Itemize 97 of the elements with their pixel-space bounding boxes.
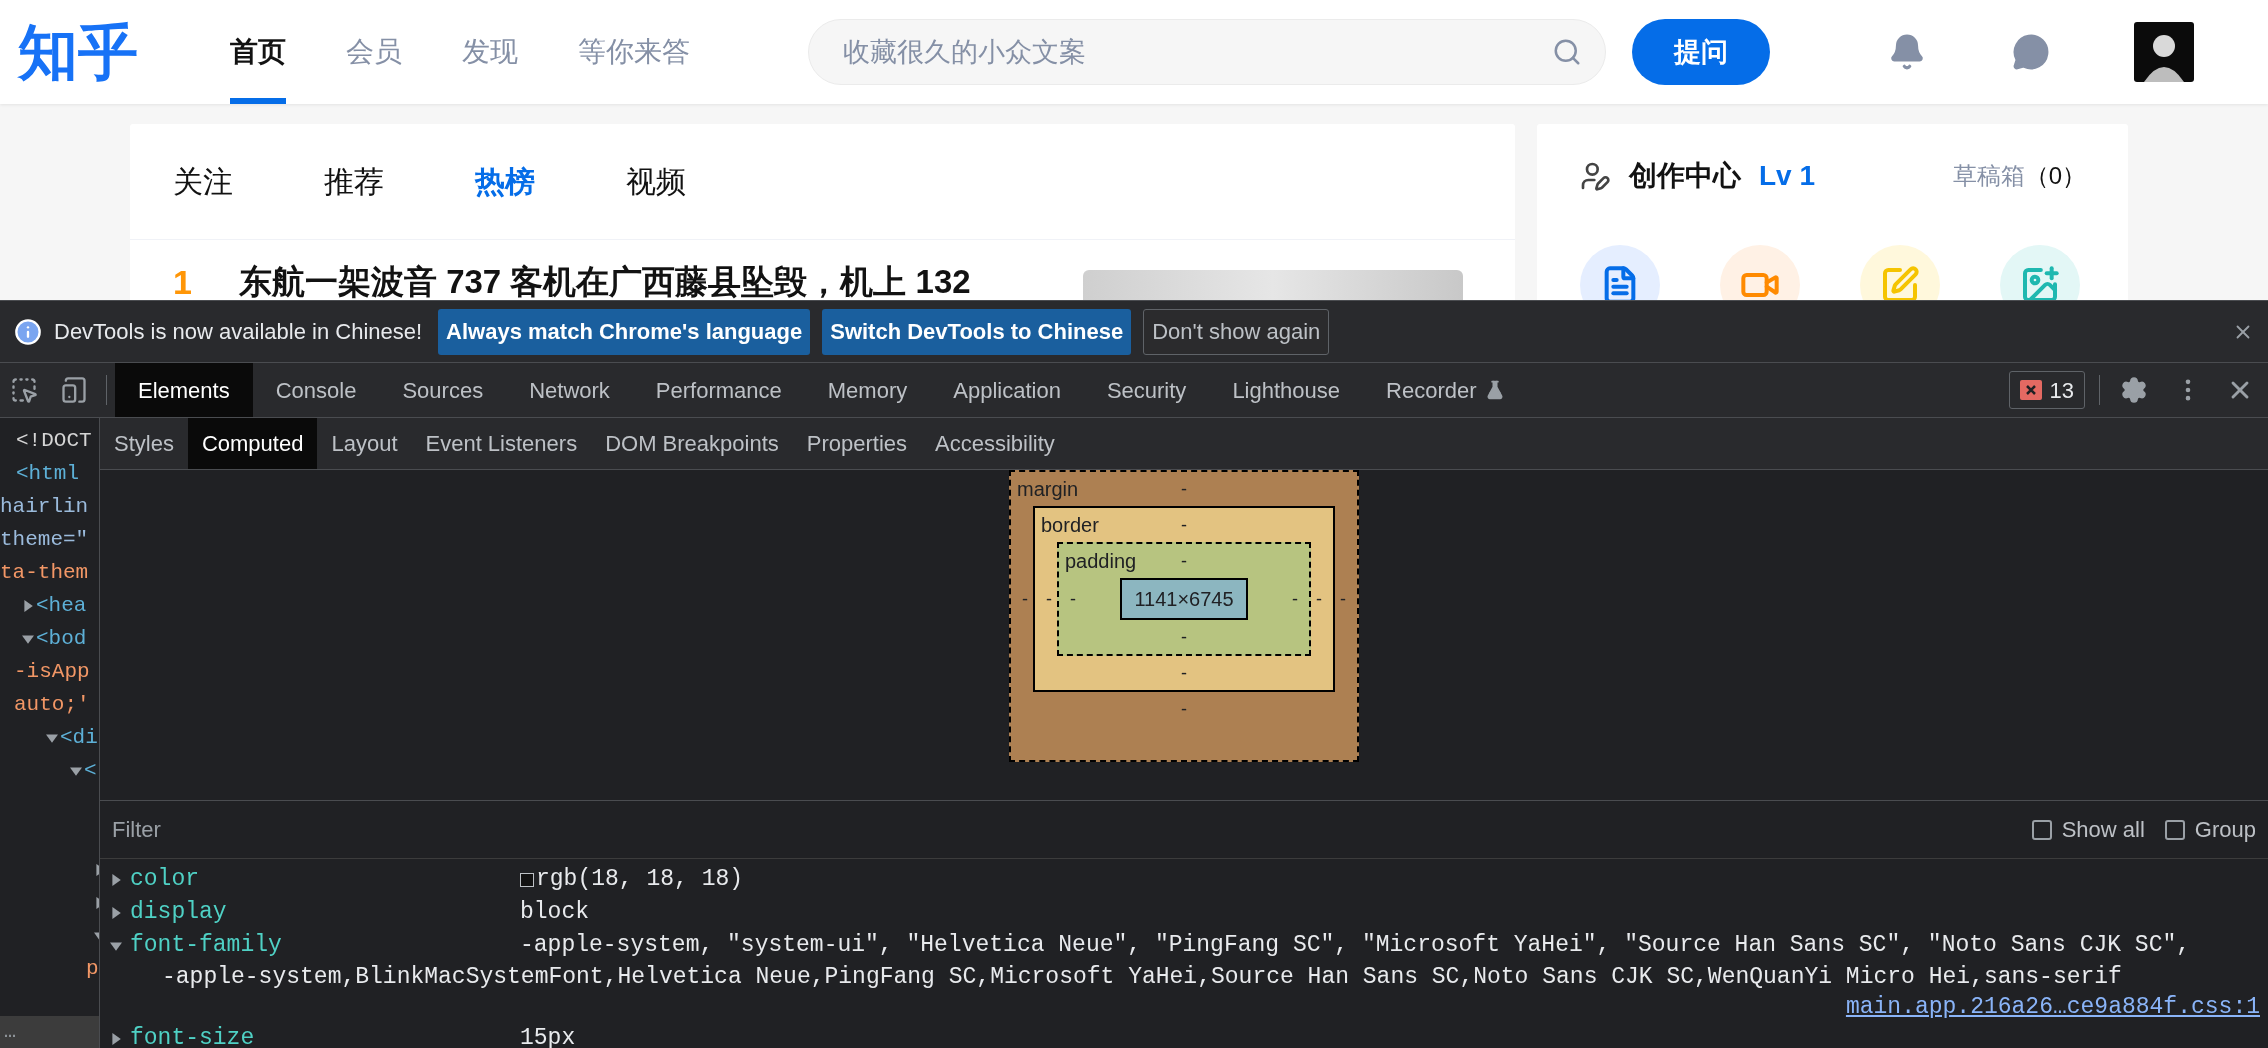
devtools-tab[interactable]: Application <box>930 363 1084 417</box>
layer-value: - <box>1181 477 1187 501</box>
expanded-arrow-icon[interactable] <box>22 632 34 645</box>
devtools-tab[interactable]: Console <box>252 363 380 417</box>
devtools-tab[interactable]: Memory <box>804 363 931 417</box>
error-icon <box>2019 380 2042 400</box>
attribute-text: hairlin <box>0 493 89 520</box>
feed-tab[interactable]: 热榜 <box>475 159 535 204</box>
layer-value: - <box>1069 587 1077 611</box>
tree-node-text[interactable]: < <box>84 754 97 787</box>
checkbox-label: Group <box>2194 816 2256 844</box>
search-icon[interactable] <box>1552 37 1582 67</box>
search-field[interactable]: 收藏很久的小众文案 <box>808 19 1606 85</box>
attribute-text: theme=" <box>0 526 89 553</box>
infobar-button[interactable]: Always match Chrome's language <box>438 308 811 355</box>
tree-node-text[interactable]: <bod <box>36 622 87 655</box>
subtab[interactable]: Accessibility <box>921 418 1069 469</box>
tree-node-text[interactable]: <!DOCT <box>16 424 92 457</box>
devtools-tab[interactable]: Sources <box>379 363 507 417</box>
trace-value: -apple-system,BlinkMacSystemFont,Helvetica Neue,PingFang SC,Microsoft YaHei,Source Han Sans SC,Noto Sans CJK SC,WenQuanYi Micro Hei,sans-serif <box>162 962 2123 992</box>
chat-bubble-icon[interactable] <box>2012 33 2050 71</box>
breadcrumb-text[interactable]: … <box>4 1017 16 1047</box>
collapsed-arrow-icon[interactable] <box>110 1032 122 1045</box>
layer-label: margin <box>1017 477 1080 502</box>
devtools-tab[interactable]: Recorder <box>1363 363 1528 417</box>
bell-icon[interactable] <box>1888 33 1926 71</box>
content-size: 1141×6745 <box>1120 578 1248 620</box>
subtab[interactable]: Layout <box>317 418 412 469</box>
site-logo[interactable]: 知乎 <box>18 22 158 82</box>
ask-button[interactable]: 提问 <box>1632 19 1770 85</box>
headline[interactable]: 东航一架波音 737 客机在广西藤县坠毁，机上 132 <box>239 262 1059 300</box>
infobar-message: DevTools is now available in Chinese! <box>54 318 423 346</box>
collapsed-arrow-icon[interactable] <box>110 906 122 919</box>
layer-value: - <box>1181 697 1187 721</box>
panel-title: 创作中心 <box>1629 159 1741 193</box>
source-link[interactable]: main.app.216a26…ce9a884f.css:1 <box>1845 992 2260 1022</box>
subtab[interactable]: Styles <box>100 418 188 469</box>
property-name: display <box>130 898 228 928</box>
tree-node-text[interactable]: <di <box>60 721 98 754</box>
filter-field[interactable]: Filter <box>112 813 2012 846</box>
checkbox[interactable] <box>2164 819 2185 840</box>
devtools-tab[interactable]: Performance <box>632 363 805 417</box>
collapsed-arrow-icon[interactable] <box>110 873 122 886</box>
layer-value: - <box>1339 587 1347 611</box>
expanded-arrow-icon[interactable] <box>46 731 58 744</box>
settings-icon[interactable] <box>2120 376 2148 404</box>
layer-value: - <box>1315 587 1323 611</box>
feed-tab[interactable]: 关注 <box>173 159 233 204</box>
layer-value: - <box>1181 625 1187 649</box>
attribute-text: auto;' <box>14 691 90 718</box>
drafts-count: （0） <box>2024 161 2086 191</box>
layer-value: - <box>1181 513 1187 537</box>
expanded-arrow-icon[interactable] <box>110 939 122 952</box>
device-toggle-icon[interactable] <box>60 376 88 404</box>
devtools-tab[interactable]: Lighthouse <box>1209 363 1364 417</box>
checkbox[interactable] <box>2031 819 2052 840</box>
property-name: font-family <box>130 931 283 961</box>
attribute-text: p <box>86 955 99 982</box>
attribute-text: -isApp <box>14 658 90 685</box>
attribute-text: ta-them <box>0 559 89 586</box>
devtools-tab[interactable]: Network <box>506 363 633 417</box>
property-value: -apple-system, "system-ui", "Helvetica Neue", "PingFang SC", "Microsoft YaHei", "Source Han Sans SC", "Noto Sans CJK SC", <box>520 931 2191 961</box>
devtools-tab[interactable]: Security <box>1083 363 1210 417</box>
tree-node-text[interactable]: <hea <box>36 589 87 622</box>
layer-label: border <box>1041 513 1100 538</box>
error-count: 13 <box>2049 376 2074 405</box>
info-icon <box>14 317 42 346</box>
property-value: block <box>520 898 589 928</box>
feed-tab[interactable]: 推荐 <box>324 159 384 204</box>
inspect-icon[interactable] <box>10 376 38 404</box>
collapsed-arrow-icon[interactable] <box>22 599 34 612</box>
subtab[interactable]: Event Listeners <box>411 418 592 469</box>
property-name: color <box>130 865 200 895</box>
infobar-button[interactable]: Don't show again <box>1143 308 1330 355</box>
level-text: Lv 1 <box>1759 159 1816 193</box>
layer-label: padding <box>1065 549 1138 574</box>
subtab[interactable]: Computed <box>187 418 318 469</box>
feed-tab[interactable]: 视频 <box>626 159 686 204</box>
layer-value: - <box>1181 661 1187 685</box>
expanded-arrow-icon[interactable] <box>70 764 82 777</box>
checkbox-label: Show all <box>2061 816 2145 844</box>
infobar-button[interactable]: Switch DevTools to Chinese <box>822 308 1132 355</box>
subtab[interactable]: Properties <box>792 418 922 469</box>
devtools-tab[interactable]: Elements <box>115 363 253 417</box>
layer-value: - <box>1021 587 1029 611</box>
layer-value: - <box>1181 549 1187 573</box>
rank-number: 1 <box>173 262 193 300</box>
property-name: font-size <box>130 1024 256 1048</box>
nav-link[interactable]: 首页 <box>230 0 286 104</box>
property-value: rgb(18, 18, 18) <box>536 865 744 895</box>
error-badge[interactable]: 13 <box>2008 371 2085 409</box>
user-pen-icon <box>1579 160 1611 192</box>
avatar[interactable] <box>2134 22 2194 82</box>
layer-value: - <box>1291 587 1299 611</box>
subtab[interactable]: DOM Breakpoints <box>591 418 793 469</box>
layer-value: - <box>1045 587 1053 611</box>
tree-node-text[interactable]: <html <box>16 457 79 490</box>
